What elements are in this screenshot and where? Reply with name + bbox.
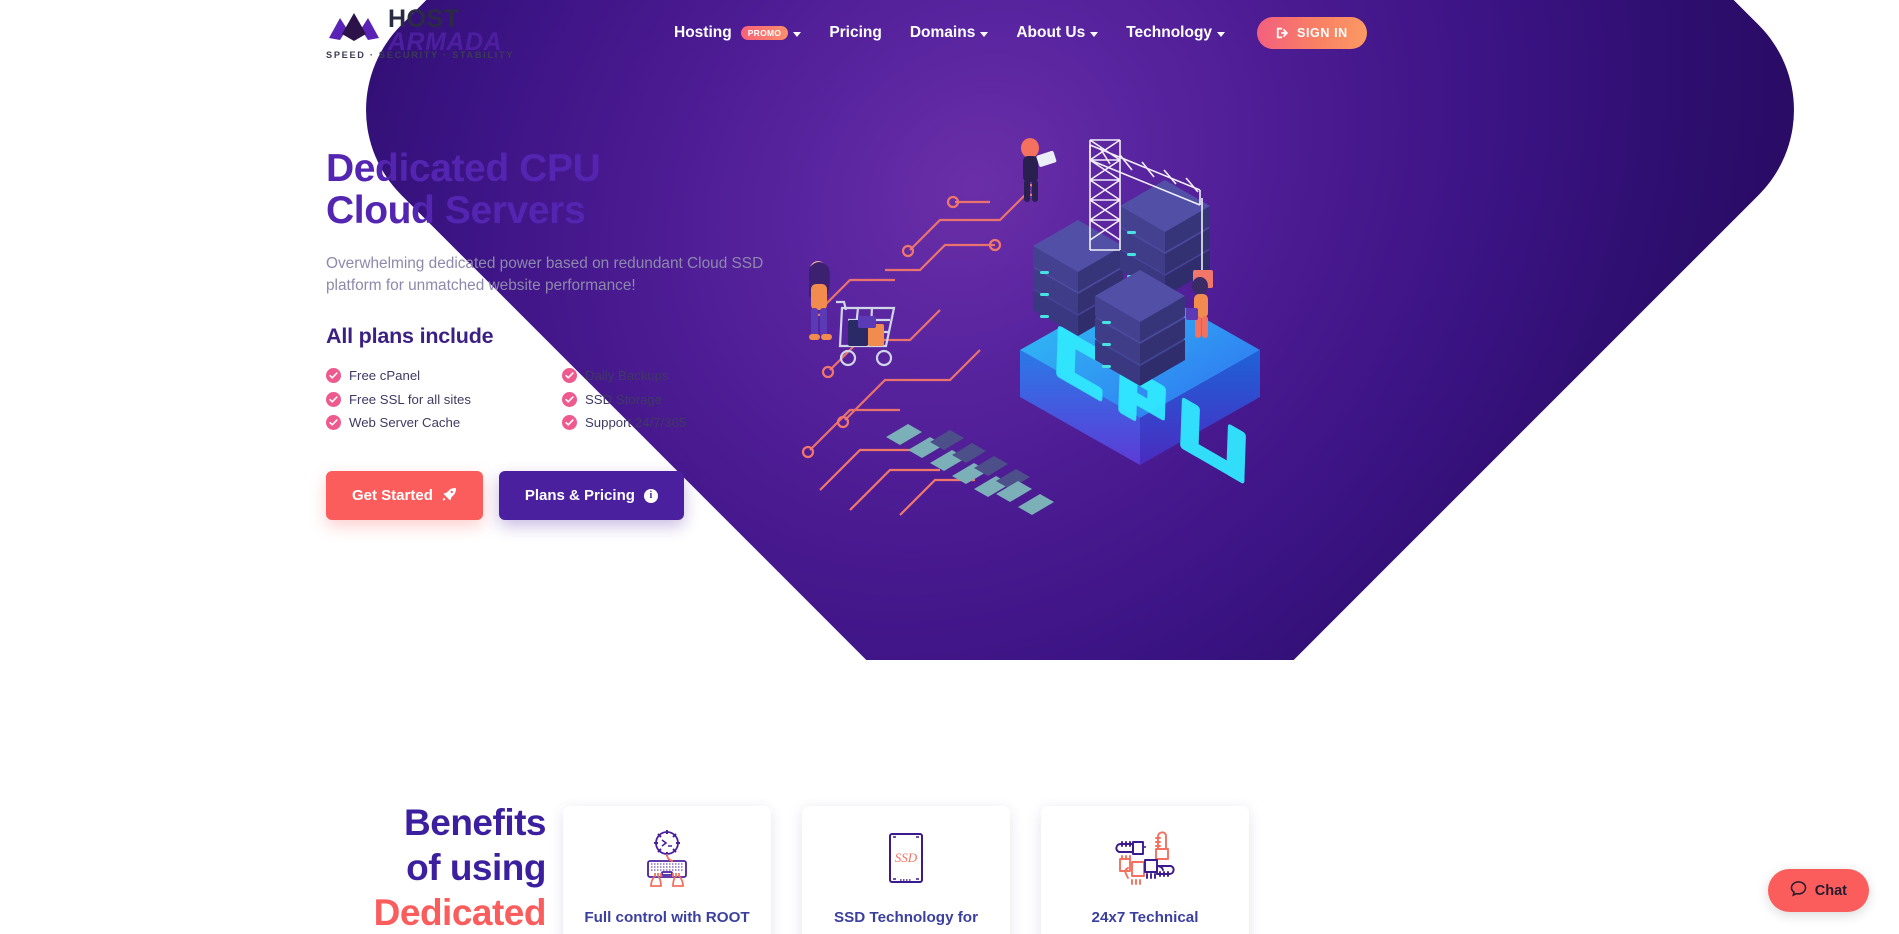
check-circle-icon [326,391,341,407]
nav-item-domains[interactable]: Domains [896,20,1002,46]
nav-item-hosting[interactable]: Hosting PROMO [660,20,815,46]
ssd-drive-icon: SSD [885,828,927,890]
nav-label-technology: Technology [1126,24,1213,41]
check-circle-icon [326,415,341,431]
nav-label-hosting: Hosting [674,24,732,41]
hero-content: Dedicated CPU Cloud Servers Overwhelming… [326,148,796,521]
benefits-heading-line-1: Benefits [404,802,546,843]
list-item-label: Free cPanel [349,368,421,384]
list-item-label: Support 24/7/365 [585,415,687,431]
nav-item-technology[interactable]: Technology [1112,20,1239,46]
list-item: SSD Storage [562,391,786,407]
four-hands-teamwork-icon [1114,828,1176,890]
chevron-down-icon [980,32,989,37]
chat-bubble-icon [1790,880,1807,901]
sign-in-button[interactable]: SIGN IN [1257,17,1367,49]
main-navigation: Hosting PROMO Pricing Domains About Us T… [660,17,1367,49]
benefit-card-support[interactable]: 24x7 Technical [1041,806,1249,934]
sign-in-arrow-icon [1276,26,1290,40]
sign-in-label: SIGN IN [1297,26,1348,40]
benefit-card-ssd[interactable]: SSD SSD Technology for [802,806,1010,934]
list-item-label: Web Server Cache [349,415,461,431]
check-circle-icon [562,391,577,407]
benefits-heading-line-2: of using [406,847,546,889]
check-circle-icon [326,368,341,384]
list-item: Web Server Cache [326,415,562,431]
page-title: Dedicated CPU Cloud Servers [326,148,796,231]
benefits-heading: Benefits of using Dedicated [366,800,547,934]
nav-item-pricing[interactable]: Pricing [815,20,896,46]
hero-title-line-1: Dedicated CPU [326,147,601,190]
nav-label-about-us: About Us [1016,24,1086,41]
hero-subtitle: Overwhelming dedicated power based on re… [326,255,764,295]
hero-cta-row: Get Started Plans & Pricing i [326,471,796,521]
get-started-label: Get Started [352,487,433,505]
check-circle-icon [562,368,577,384]
nav-item-about-us[interactable]: About Us [1002,20,1112,46]
list-item-label: Free SSL for all sites [349,391,471,407]
benefit-card-root-control[interactable]: Full control with ROOT [563,806,771,934]
isometric-cpu-servers-illustration [790,120,1260,520]
promo-badge: PROMO [740,25,789,41]
list-item-label: Daily Backups [585,368,669,384]
nav-label-domains: Domains [909,24,976,41]
chevron-down-icon [1090,32,1099,37]
terminal-gear-keyboard-icon [635,828,699,890]
benefit-cards: Full control with ROOT SSD SSD Technolog… [563,806,1249,934]
chevron-down-icon [793,32,802,37]
site-logo[interactable]: HOST ARMADA SPEED · SECURITY · STABILITY [326,7,526,61]
page-root: HOST ARMADA SPEED · SECURITY · STABILITY… [0,0,1899,934]
get-started-button[interactable]: Get Started [326,471,483,521]
list-item: Daily Backups [562,368,786,384]
benefit-card-title: SSD Technology for [833,909,978,926]
logo-wordmark: HOST ARMADA [388,7,502,55]
rocket-icon [442,487,457,504]
plans-pricing-label: Plans & Pricing [524,487,635,505]
check-circle-icon [562,415,577,431]
benefit-card-title: 24x7 Technical [1091,909,1199,926]
list-item: Support 24/7/365 [562,415,786,431]
plans-and-pricing-button[interactable]: Plans & Pricing i [498,471,684,521]
svg-text:SSD: SSD [895,850,918,865]
list-item: Free SSL for all sites [326,391,562,407]
all-plans-include-heading: All plans include [326,324,494,349]
armada-triangles-logo-icon [326,12,382,42]
info-circle-icon: i [643,488,658,503]
list-item-label: SSD Storage [585,391,662,407]
chat-label: Chat [1814,882,1847,899]
benefits-heading-line-3: Dedicated [373,892,547,934]
chat-widget-button[interactable]: Chat [1767,869,1869,912]
hero-title-line-2: Cloud Servers [326,188,586,232]
chevron-down-icon [1217,32,1226,37]
hero-feature-list: Free cPanel Daily Backups Free SSL for a… [326,368,786,431]
logo-tagline: SPEED · SECURITY · STABILITY [326,50,515,60]
benefit-card-title: Full control with ROOT [584,909,750,926]
nav-label-pricing: Pricing [829,24,882,41]
list-item: Free cPanel [326,368,562,384]
